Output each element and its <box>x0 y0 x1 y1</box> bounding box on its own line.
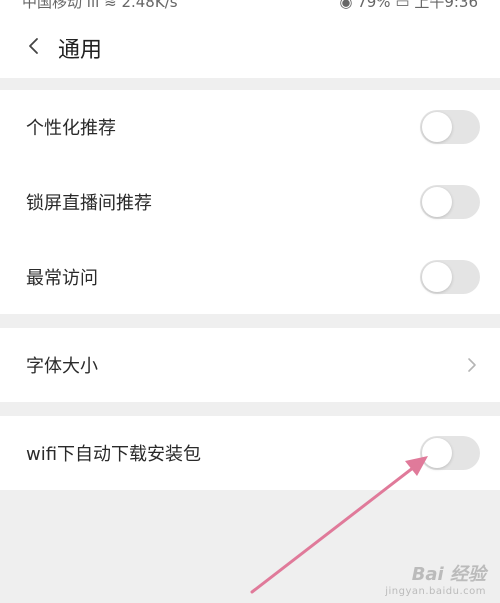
battery-percent: 79% <box>357 0 391 11</box>
page-title: 通用 <box>58 38 103 63</box>
status-bar: 中国移动 ıll ≋ 2.48K/s ◉ 79% ▭ 上午9:36 <box>0 0 500 12</box>
setting-label: 锁屏直播间推荐 <box>26 193 152 214</box>
section-divider <box>0 402 500 416</box>
toggle-knob <box>422 187 452 217</box>
chevron-left-icon[interactable] <box>26 36 42 56</box>
setting-row-font-size[interactable]: 字体大小 <box>0 328 500 402</box>
setting-label: wifi下自动下载安装包 <box>26 444 202 465</box>
setting-row-wifi-download: wifi下自动下载安装包 <box>0 416 500 490</box>
settings-section-font: 字体大小 <box>0 328 500 402</box>
lockscreen-live-toggle[interactable] <box>420 185 480 219</box>
settings-section-recommend: 个性化推荐 锁屏直播间推荐 最常访问 <box>0 90 500 314</box>
toggle-knob <box>422 112 452 142</box>
signal-icon: ıll <box>86 0 100 11</box>
setting-label: 个性化推荐 <box>26 118 116 139</box>
watermark-brand: Bai 经验 <box>411 564 486 585</box>
network-speed: 2.48K/s <box>121 0 178 11</box>
section-divider <box>0 314 500 328</box>
personalized-recommend-toggle[interactable] <box>420 110 480 144</box>
setting-label: 最常访问 <box>26 268 98 289</box>
eye-icon: ◉ <box>339 0 353 11</box>
baidu-watermark: Bai 经验 jingyan.baidu.com <box>385 560 486 597</box>
toggle-knob <box>422 438 452 468</box>
app-header: 通用 <box>0 12 500 78</box>
wifi-auto-download-toggle[interactable] <box>420 436 480 470</box>
clock-time: 上午9:36 <box>414 0 478 11</box>
setting-row-lockscreen: 锁屏直播间推荐 <box>0 165 500 239</box>
carrier-name: 中国移动 <box>22 0 83 11</box>
setting-row-frequent: 最常访问 <box>0 240 500 314</box>
section-divider <box>0 78 500 90</box>
toggle-knob <box>422 262 452 292</box>
frequent-visits-toggle[interactable] <box>420 260 480 294</box>
setting-row-personalized: 个性化推荐 <box>0 90 500 164</box>
wifi-icon: ≋ <box>104 0 117 11</box>
chevron-right-icon <box>468 358 476 372</box>
settings-section-download: wifi下自动下载安装包 <box>0 416 500 490</box>
setting-label: 字体大小 <box>26 356 98 377</box>
watermark-site: jingyan.baidu.com <box>385 586 486 597</box>
battery-icon: ▭ <box>395 0 410 11</box>
